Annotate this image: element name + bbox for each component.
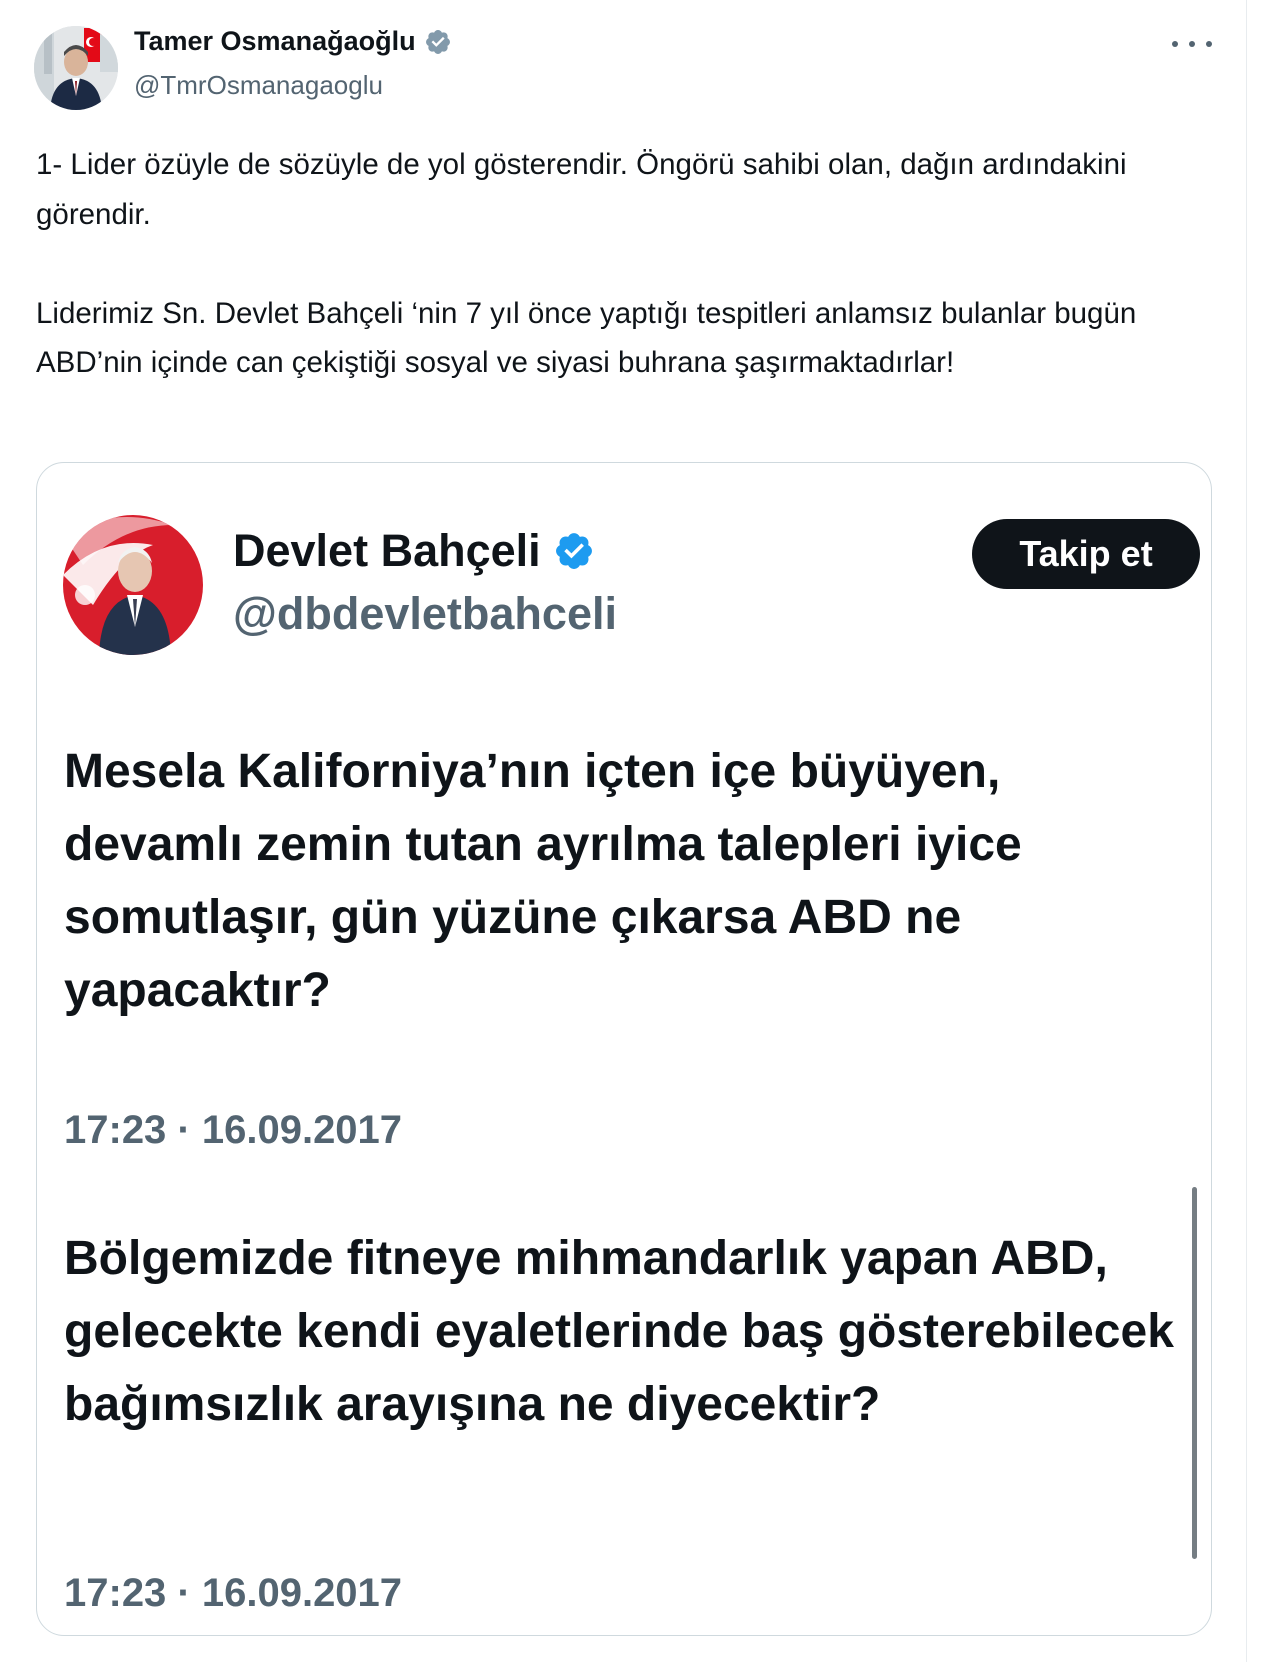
page-divider <box>1246 0 1247 1662</box>
quoted-author-name[interactable]: Devlet Bahçeli <box>233 525 595 577</box>
quoted-post-text: Mesela Kaliforniya’nın içten içe büyüyen… <box>64 745 1022 1017</box>
tweet-paragraph: Liderimiz Sn. Devlet Bahçeli ‘nin 7 yıl … <box>36 296 1137 380</box>
more-options-icon[interactable] <box>1172 30 1212 58</box>
author-avatar[interactable] <box>34 26 118 110</box>
author-avatar-image <box>34 26 118 110</box>
scrollbar-thumb[interactable] <box>1192 1187 1197 1559</box>
quoted-post-timestamp[interactable]: 17:23 · 16.09.2017 <box>64 1108 402 1153</box>
quoted-avatar-image <box>63 515 203 655</box>
more-dot <box>1172 41 1178 47</box>
author-name[interactable]: Tamer Osmanağaoğlu <box>134 26 452 57</box>
author-handle[interactable]: @TmrOsmanagaoglu <box>134 70 383 101</box>
verified-badge-icon <box>555 533 592 569</box>
follow-button[interactable]: Takip et <box>972 519 1200 589</box>
verified-badge-icon <box>425 29 450 54</box>
quoted-author-avatar[interactable] <box>63 515 203 655</box>
quoted-post-timestamp[interactable]: 17:23 · 16.09.2017 <box>64 1571 402 1616</box>
tweet-text: 1- Lider özüyle de sözüyle de yol göster… <box>36 140 1206 388</box>
quoted-tweet-card[interactable]: Devlet Bahçeli @dbdevletbahceli Takip et… <box>36 462 1212 1636</box>
more-dot <box>1189 41 1195 47</box>
quoted-author-handle[interactable]: @dbdevletbahceli <box>233 588 617 640</box>
quoted-author-name-text: Devlet Bahçeli <box>233 525 541 576</box>
tweet-paragraph: 1- Lider özüyle de sözüyle de yol göster… <box>36 148 1127 231</box>
quoted-post-text: Bölgemizde fitneye mihmandarlık yapan AB… <box>64 1232 1174 1431</box>
more-dot <box>1206 41 1212 47</box>
author-name-text: Tamer Osmanağaoğlu <box>134 26 416 56</box>
